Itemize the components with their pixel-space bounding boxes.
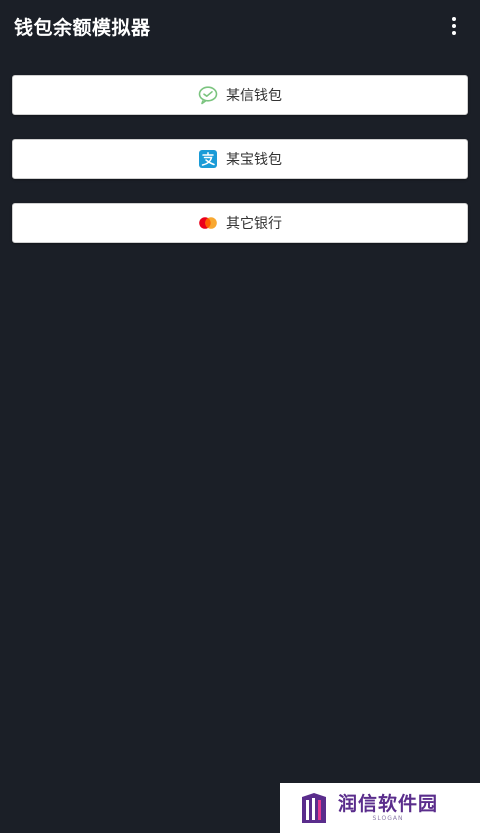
alipay-wallet-button[interactable]: 某宝钱包 [12, 139, 468, 179]
watermark-logo-icon [302, 793, 326, 823]
mastercard-icon [198, 213, 218, 233]
wallet-label-wechat: 某信钱包 [226, 88, 282, 104]
page-title: 钱包余额模拟器 [14, 16, 151, 39]
more-menu-button[interactable] [434, 6, 474, 46]
other-bank-button[interactable]: 其它银行 [12, 203, 468, 243]
wechat-icon [198, 85, 218, 105]
more-vertical-icon-dot [452, 31, 456, 35]
more-vertical-icon [452, 17, 456, 21]
watermark-slogan: SLOGAN [372, 815, 404, 822]
wechat-wallet-button[interactable]: 某信钱包 [12, 75, 468, 115]
watermark-name: 润信软件园 [338, 793, 439, 815]
watermark-logo: 润信软件园 SLOGAN [280, 783, 480, 833]
alipay-icon [198, 149, 218, 169]
wallet-label-alipay: 某宝钱包 [226, 152, 282, 168]
wallet-label-bank: 其它银行 [226, 216, 282, 232]
more-vertical-icon-dot [452, 24, 456, 28]
app-screen: 钱包余额模拟器 某信钱包 某宝钱包 其它银行 润信软件园 SLOGAN [0, 0, 480, 833]
app-bar: 钱包余额模拟器 [0, 0, 480, 52]
